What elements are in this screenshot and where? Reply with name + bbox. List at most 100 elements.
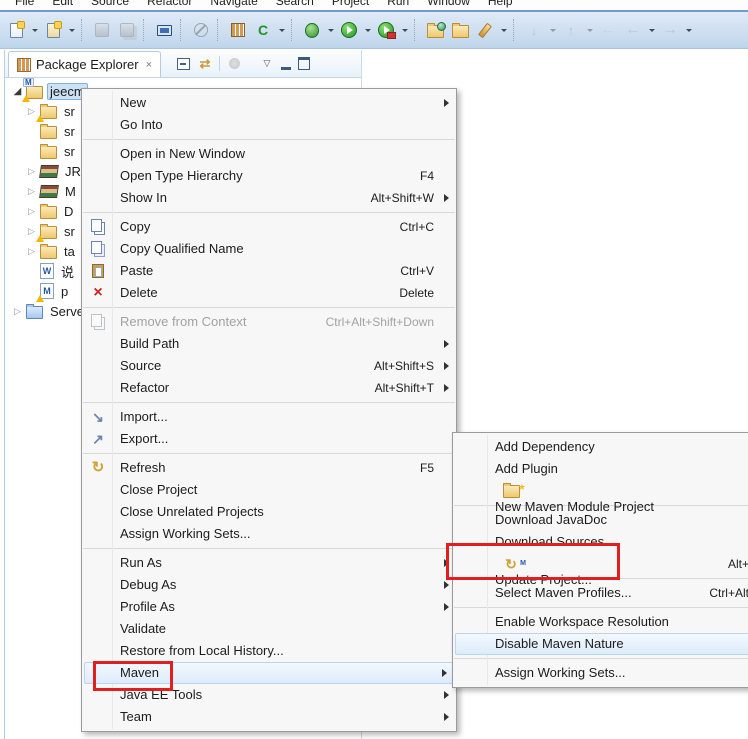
menu-item-run-as[interactable]: Run As <box>82 552 456 574</box>
menu-item-source[interactable]: SourceAlt+Shift+S <box>82 355 456 377</box>
menu-help[interactable]: Help <box>479 0 522 8</box>
submenu-item-select-maven-profiles[interactable]: Select Maven Profiles...Ctrl+Alt <box>453 582 748 604</box>
menu-item-new[interactable]: New <box>82 92 456 114</box>
menu-source[interactable]: Source <box>82 0 138 8</box>
menu-item-restore-from-local-history[interactable]: Restore from Local History... <box>82 640 456 662</box>
new-package-button[interactable] <box>226 18 250 42</box>
menu-item-copy[interactable]: CopyCtrl+C <box>82 216 456 238</box>
menu-navigate[interactable]: Navigate <box>201 0 266 8</box>
run-dropdown-icon[interactable] <box>362 18 373 42</box>
menu-item-close-project[interactable]: Close Project <box>82 479 456 501</box>
forward-dropdown-icon[interactable] <box>683 18 694 42</box>
menu-separator <box>83 307 455 308</box>
menu-edit[interactable]: Edit <box>43 0 82 8</box>
menu-refactor[interactable]: Refactor <box>138 0 201 8</box>
submenu-item-enable-workspace-resolution[interactable]: Enable Workspace Resolution <box>453 611 748 633</box>
menu-item-open-type-hierarchy[interactable]: Open Type HierarchyF4 <box>82 165 456 187</box>
menu-item-validate[interactable]: Validate <box>82 618 456 640</box>
menu-item-paste[interactable]: PasteCtrl+V <box>82 260 456 282</box>
submenu-item-new-maven-module-project[interactable]: ★New Maven Module Project <box>453 480 748 502</box>
previous-annotation-button[interactable]: ↑ <box>559 18 583 42</box>
new-icon <box>10 23 23 38</box>
menu-item-refresh[interactable]: ↻RefreshF5 <box>82 457 456 479</box>
menu-item-import[interactable]: ↘Import... <box>82 406 456 428</box>
menu-window[interactable]: Window <box>418 0 479 8</box>
submenu-item-assign-working-sets[interactable]: Assign Working Sets... <box>453 662 748 684</box>
submenu-item-download-javadoc[interactable]: Download JavaDoc <box>453 509 748 531</box>
profile-dropdown-icon[interactable] <box>399 18 410 42</box>
close-icon[interactable]: × <box>146 59 152 71</box>
package-explorer-header: Package Explorer × ⇄ ▽ <box>5 50 361 78</box>
open-type-button[interactable] <box>423 18 447 42</box>
next-annotation-button[interactable]: ↓ <box>522 18 546 42</box>
menu-item-go-into[interactable]: Go Into <box>82 114 456 136</box>
collapse-all-button[interactable] <box>174 55 192 72</box>
menu-project[interactable]: Project <box>323 0 378 8</box>
menu-item-refactor[interactable]: RefactorAlt+Shift+T <box>82 377 456 399</box>
minimize-icon <box>281 58 291 70</box>
maximize-button[interactable] <box>295 55 313 72</box>
expand-arrow-icon[interactable]: ▷ <box>25 246 38 257</box>
menu-item-assign-working-sets[interactable]: Assign Working Sets... <box>82 523 456 545</box>
submenu-item-add-plugin[interactable]: Add Plugin <box>453 458 748 480</box>
last-edit-location-button[interactable]: ← <box>596 18 620 42</box>
previous-annotation-dropdown-icon[interactable] <box>584 18 595 42</box>
tree-item-label: D <box>61 203 76 220</box>
menu-item-close-unrelated-projects[interactable]: Close Unrelated Projects <box>82 501 456 523</box>
menu-item-build-path[interactable]: Build Path <box>82 333 456 355</box>
menu-file[interactable]: File <box>6 0 43 8</box>
new-dropdown-icon[interactable] <box>29 18 40 42</box>
submenu-arrow-icon <box>444 581 449 589</box>
save-button[interactable] <box>90 18 114 42</box>
library-icon <box>40 165 58 178</box>
profile-button[interactable] <box>374 18 398 42</box>
debug-button[interactable] <box>300 18 324 42</box>
expand-arrow-icon[interactable]: ▷ <box>25 186 38 197</box>
link-with-editor-icon[interactable]: ⇄ <box>196 55 214 72</box>
run-button[interactable] <box>337 18 361 42</box>
back-dropdown-icon[interactable] <box>646 18 657 42</box>
menu-item-profile-as[interactable]: Profile As <box>82 596 456 618</box>
back-button[interactable]: ← <box>621 18 645 42</box>
view-menu-icon[interactable]: ▽ <box>258 55 276 72</box>
forward-button[interactable]: → <box>658 18 682 42</box>
next-annotation-dropdown-icon[interactable] <box>547 18 558 42</box>
header-separator <box>219 56 220 71</box>
menu-item-debug-as[interactable]: Debug As <box>82 574 456 596</box>
menu-item-open-in-new-window[interactable]: Open in New Window <box>82 143 456 165</box>
minimize-button[interactable] <box>277 55 295 72</box>
coverage-button[interactable]: C <box>251 18 275 42</box>
expand-arrow-icon[interactable]: ▷ <box>11 306 24 317</box>
open-console-button[interactable] <box>152 18 176 42</box>
servers-folder-icon <box>26 303 43 319</box>
debug-dropdown-icon[interactable] <box>325 18 336 42</box>
expand-arrow-icon[interactable]: ▷ <box>25 206 38 217</box>
toggle-occurrences-button[interactable] <box>189 18 213 42</box>
menu-item-export[interactable]: ↗Export... <box>82 428 456 450</box>
menu-run[interactable]: Run <box>378 0 418 8</box>
menu-item-copy-qualified-name[interactable]: Copy Qualified Name <box>82 238 456 260</box>
menu-item-show-in[interactable]: Show InAlt+Shift+W <box>82 187 456 209</box>
focus-button[interactable] <box>225 55 243 72</box>
menu-search[interactable]: Search <box>267 0 323 8</box>
new-java-project-dropdown-icon[interactable] <box>66 18 77 42</box>
tab-package-explorer[interactable]: Package Explorer × <box>8 51 161 77</box>
new-java-project-button[interactable] <box>41 18 65 42</box>
highlight-dropdown-icon[interactable] <box>498 18 509 42</box>
submenu-item-add-dependency[interactable]: Add Dependency <box>453 436 748 458</box>
toolbar-separator <box>81 19 86 41</box>
menu-separator <box>454 658 748 659</box>
coverage-dropdown-icon[interactable] <box>276 18 287 42</box>
submenu-item-disable-maven-nature[interactable]: Disable Maven Nature <box>455 633 748 655</box>
highlight-button[interactable] <box>473 18 497 42</box>
open-resource-button[interactable] <box>448 18 472 42</box>
save-all-button[interactable] <box>115 18 139 42</box>
menu-item-delete[interactable]: ×DeleteDelete <box>82 282 456 304</box>
expand-arrow-icon[interactable]: ▷ <box>25 166 38 177</box>
import-icon: ↘ <box>88 409 108 425</box>
paste-icon <box>88 263 108 279</box>
tree-item-label: sr <box>61 103 78 120</box>
save-all-icon <box>120 23 134 37</box>
menu-item-team[interactable]: Team <box>82 706 456 728</box>
new-button[interactable] <box>4 18 28 42</box>
